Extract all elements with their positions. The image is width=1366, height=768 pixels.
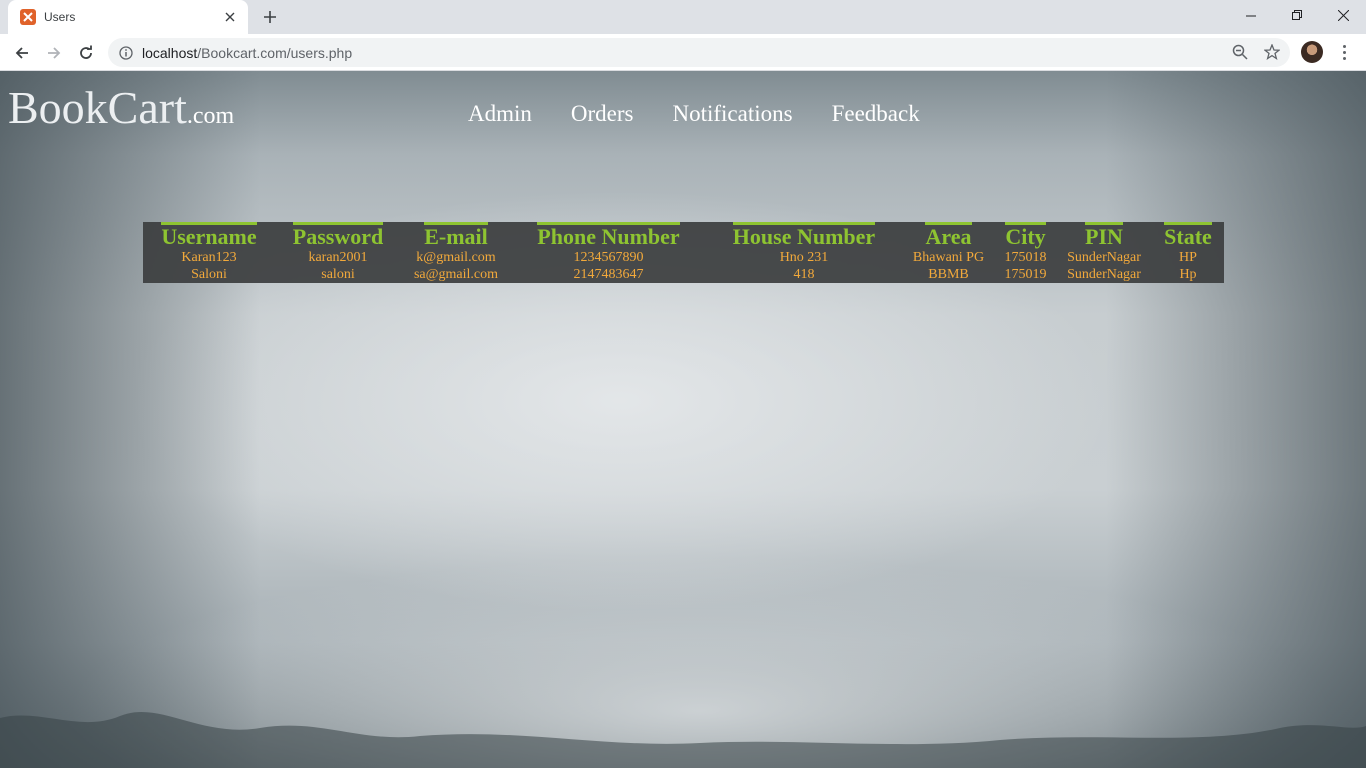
close-window-icon[interactable] (1320, 0, 1366, 30)
table-cell: saloni (321, 267, 355, 282)
column-header: Phone Number (537, 222, 680, 249)
forward-arrow-icon[interactable] (40, 39, 68, 67)
column-header: PIN (1085, 222, 1123, 249)
column-header: Area (925, 222, 972, 249)
address-bar[interactable]: localhost/Bookcart.com/users.php (108, 38, 1290, 67)
table-cell: BBMB (928, 267, 969, 282)
table-cell: HP (1179, 250, 1197, 265)
users-table: Username Password E-mail Phone Number Ho… (143, 222, 1224, 283)
background-shade-right (1106, 71, 1366, 768)
nav-link-orders[interactable]: Orders (571, 101, 634, 127)
table-cell: Bhawani PG (912, 250, 985, 265)
table-header-row: Username Password E-mail Phone Number Ho… (143, 222, 1224, 249)
site-logo[interactable]: BookCart.com (8, 81, 234, 134)
table-cell: 175018 (1004, 250, 1047, 265)
logo-main-text: BookCart (8, 82, 187, 133)
column-header: Username (161, 222, 257, 249)
window-controls (1228, 0, 1366, 30)
table-cell: Hno 231 (779, 250, 829, 265)
table-cell: Saloni (191, 267, 227, 282)
column-header: E-mail (424, 222, 488, 249)
browser-menu-icon[interactable] (1334, 41, 1354, 63)
browser-tab[interactable]: Users (8, 0, 248, 34)
table-cell: 418 (793, 267, 815, 282)
background-treeline (0, 712, 1366, 768)
table-cell: 2147483647 (573, 267, 644, 282)
column-header: House Number (732, 222, 876, 249)
nav-link-admin[interactable]: Admin (468, 101, 532, 127)
tab-title: Users (44, 10, 76, 24)
column-header: State (1164, 222, 1212, 249)
url-text[interactable]: localhost/Bookcart.com/users.php (142, 45, 352, 61)
profile-avatar[interactable] (1301, 41, 1323, 63)
back-arrow-icon[interactable] (8, 39, 36, 67)
nav-link-feedback[interactable]: Feedback (832, 101, 920, 127)
background-shade-left (0, 71, 260, 768)
table-cell: SunderNagar (1067, 250, 1141, 265)
url-path: /Bookcart.com/users.php (197, 44, 353, 61)
table-row: Saloni saloni sa@gmail.com 2147483647 41… (143, 266, 1224, 283)
page-viewport: BookCart.com Admin Orders Notifications … (0, 71, 1366, 768)
browser-toolbar: localhost/Bookcart.com/users.php (0, 34, 1366, 71)
site-nav: Admin Orders Notifications Feedback (468, 101, 920, 127)
table-cell: Karan123 (181, 250, 237, 265)
minimize-icon[interactable] (1228, 0, 1274, 30)
table-cell: karan2001 (308, 250, 368, 265)
restore-icon[interactable] (1274, 0, 1320, 30)
browser-tabstrip: Users (0, 0, 1366, 34)
table-cell: SunderNagar (1067, 267, 1141, 282)
logo-suffix-text: .com (186, 103, 235, 129)
xampp-favicon-icon (20, 9, 36, 25)
table-row: Karan123 karan2001 k@gmail.com 123456789… (143, 249, 1224, 266)
table-cell: sa@gmail.com (413, 267, 499, 282)
column-header: Password (292, 222, 384, 249)
table-cell: Hp (1179, 267, 1197, 282)
nav-link-notifications[interactable]: Notifications (672, 101, 792, 127)
column-header: City (1005, 222, 1046, 249)
new-tab-button[interactable] (258, 6, 282, 28)
url-host: localhost (142, 44, 198, 61)
reload-icon[interactable] (72, 39, 100, 67)
bookmark-star-icon[interactable] (1262, 42, 1282, 62)
zoom-icon[interactable] (1230, 42, 1250, 62)
table-cell: k@gmail.com (416, 250, 496, 265)
close-tab-icon[interactable] (222, 9, 238, 25)
table-cell: 175019 (1004, 267, 1047, 282)
site-info-icon[interactable] (118, 45, 134, 61)
table-cell: 1234567890 (573, 250, 644, 265)
